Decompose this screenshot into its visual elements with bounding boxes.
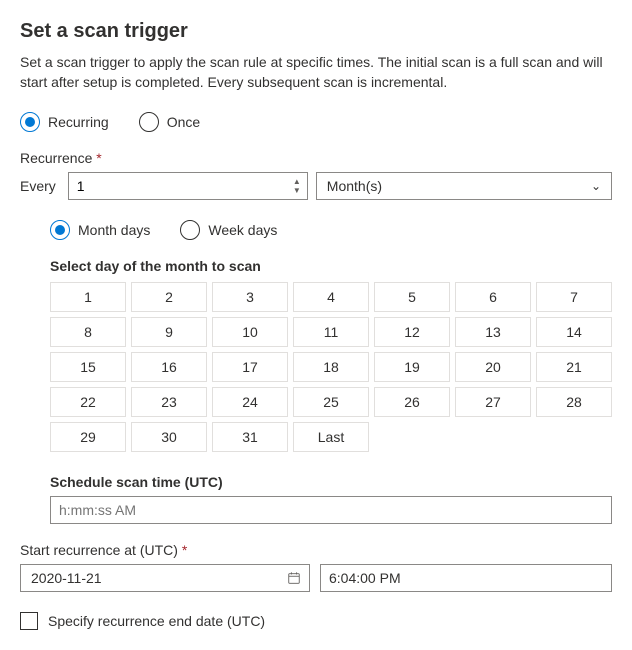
day-cell-27[interactable]: 27 [455,387,531,417]
day-cell-15[interactable]: 15 [50,352,126,382]
day-cell-19[interactable]: 19 [374,352,450,382]
day-cell-14[interactable]: 14 [536,317,612,347]
radio-recurring-label: Recurring [48,114,109,130]
day-cell-22[interactable]: 22 [50,387,126,417]
day-cell-26[interactable]: 26 [374,387,450,417]
day-cell-2[interactable]: 2 [131,282,207,312]
day-cell-18[interactable]: 18 [293,352,369,382]
unit-value: Month(s) [327,178,382,194]
day-cell-11[interactable]: 11 [293,317,369,347]
days-mode-group: Month days Week days [50,220,612,240]
day-cell-25[interactable]: 25 [293,387,369,417]
start-date-input[interactable] [29,569,287,587]
radio-recurring[interactable]: Recurring [20,112,109,132]
radio-week-days-label: Week days [208,222,277,238]
page-description: Set a scan trigger to apply the scan rul… [20,53,612,92]
unit-dropdown[interactable]: Month(s) ⌄ [316,172,612,200]
start-time-input[interactable] [320,564,612,592]
radio-month-days[interactable]: Month days [50,220,150,240]
schedule-time-label: Schedule scan time (UTC) [50,474,612,490]
day-cell-13[interactable]: 13 [455,317,531,347]
chevron-down-icon[interactable]: ▼ [293,187,301,195]
day-cell-9[interactable]: 9 [131,317,207,347]
end-date-label: Specify recurrence end date (UTC) [48,613,265,629]
day-cell-29[interactable]: 29 [50,422,126,452]
start-recurrence-row [20,564,612,592]
end-date-checkbox-row[interactable]: Specify recurrence end date (UTC) [20,612,612,630]
end-date-checkbox[interactable] [20,612,38,630]
radio-icon [139,112,159,132]
day-cell-31[interactable]: 31 [212,422,288,452]
radio-once[interactable]: Once [139,112,200,132]
page-title: Set a scan trigger [20,20,612,43]
month-days-label: Select day of the month to scan [50,258,612,274]
day-cell-3[interactable]: 3 [212,282,288,312]
day-cell-16[interactable]: 16 [131,352,207,382]
radio-icon [180,220,200,240]
radio-month-days-label: Month days [78,222,150,238]
day-cell-7[interactable]: 7 [536,282,612,312]
day-cell-last[interactable]: Last [293,422,369,452]
radio-icon [20,112,40,132]
radio-week-days[interactable]: Week days [180,220,277,240]
day-cell-4[interactable]: 4 [293,282,369,312]
radio-icon [50,220,70,240]
every-input[interactable] [69,173,287,199]
start-date-picker[interactable] [20,564,310,592]
day-cell-30[interactable]: 30 [131,422,207,452]
day-cell-20[interactable]: 20 [455,352,531,382]
day-cell-21[interactable]: 21 [536,352,612,382]
every-spinner[interactable]: ▲ ▼ [68,172,308,200]
day-cell-17[interactable]: 17 [212,352,288,382]
day-cell-24[interactable]: 24 [212,387,288,417]
start-recurrence-label: Start recurrence at (UTC) [20,542,612,558]
every-label: Every [20,178,56,194]
day-cell-5[interactable]: 5 [374,282,450,312]
chevron-down-icon: ⌄ [591,179,601,193]
day-cell-12[interactable]: 12 [374,317,450,347]
spinner-buttons[interactable]: ▲ ▼ [287,173,307,199]
every-row: Every ▲ ▼ Month(s) ⌄ [20,172,612,200]
month-days-grid: 1234567891011121314151617181920212223242… [50,282,612,452]
schedule-time-input[interactable] [50,496,612,524]
day-cell-28[interactable]: 28 [536,387,612,417]
day-cell-8[interactable]: 8 [50,317,126,347]
recurrence-label: Recurrence [20,150,612,166]
day-cell-10[interactable]: 10 [212,317,288,347]
day-cell-1[interactable]: 1 [50,282,126,312]
day-cell-23[interactable]: 23 [131,387,207,417]
calendar-icon[interactable] [287,571,301,585]
day-cell-6[interactable]: 6 [455,282,531,312]
radio-once-label: Once [167,114,200,130]
trigger-type-group: Recurring Once [20,112,612,132]
chevron-up-icon[interactable]: ▲ [293,178,301,186]
